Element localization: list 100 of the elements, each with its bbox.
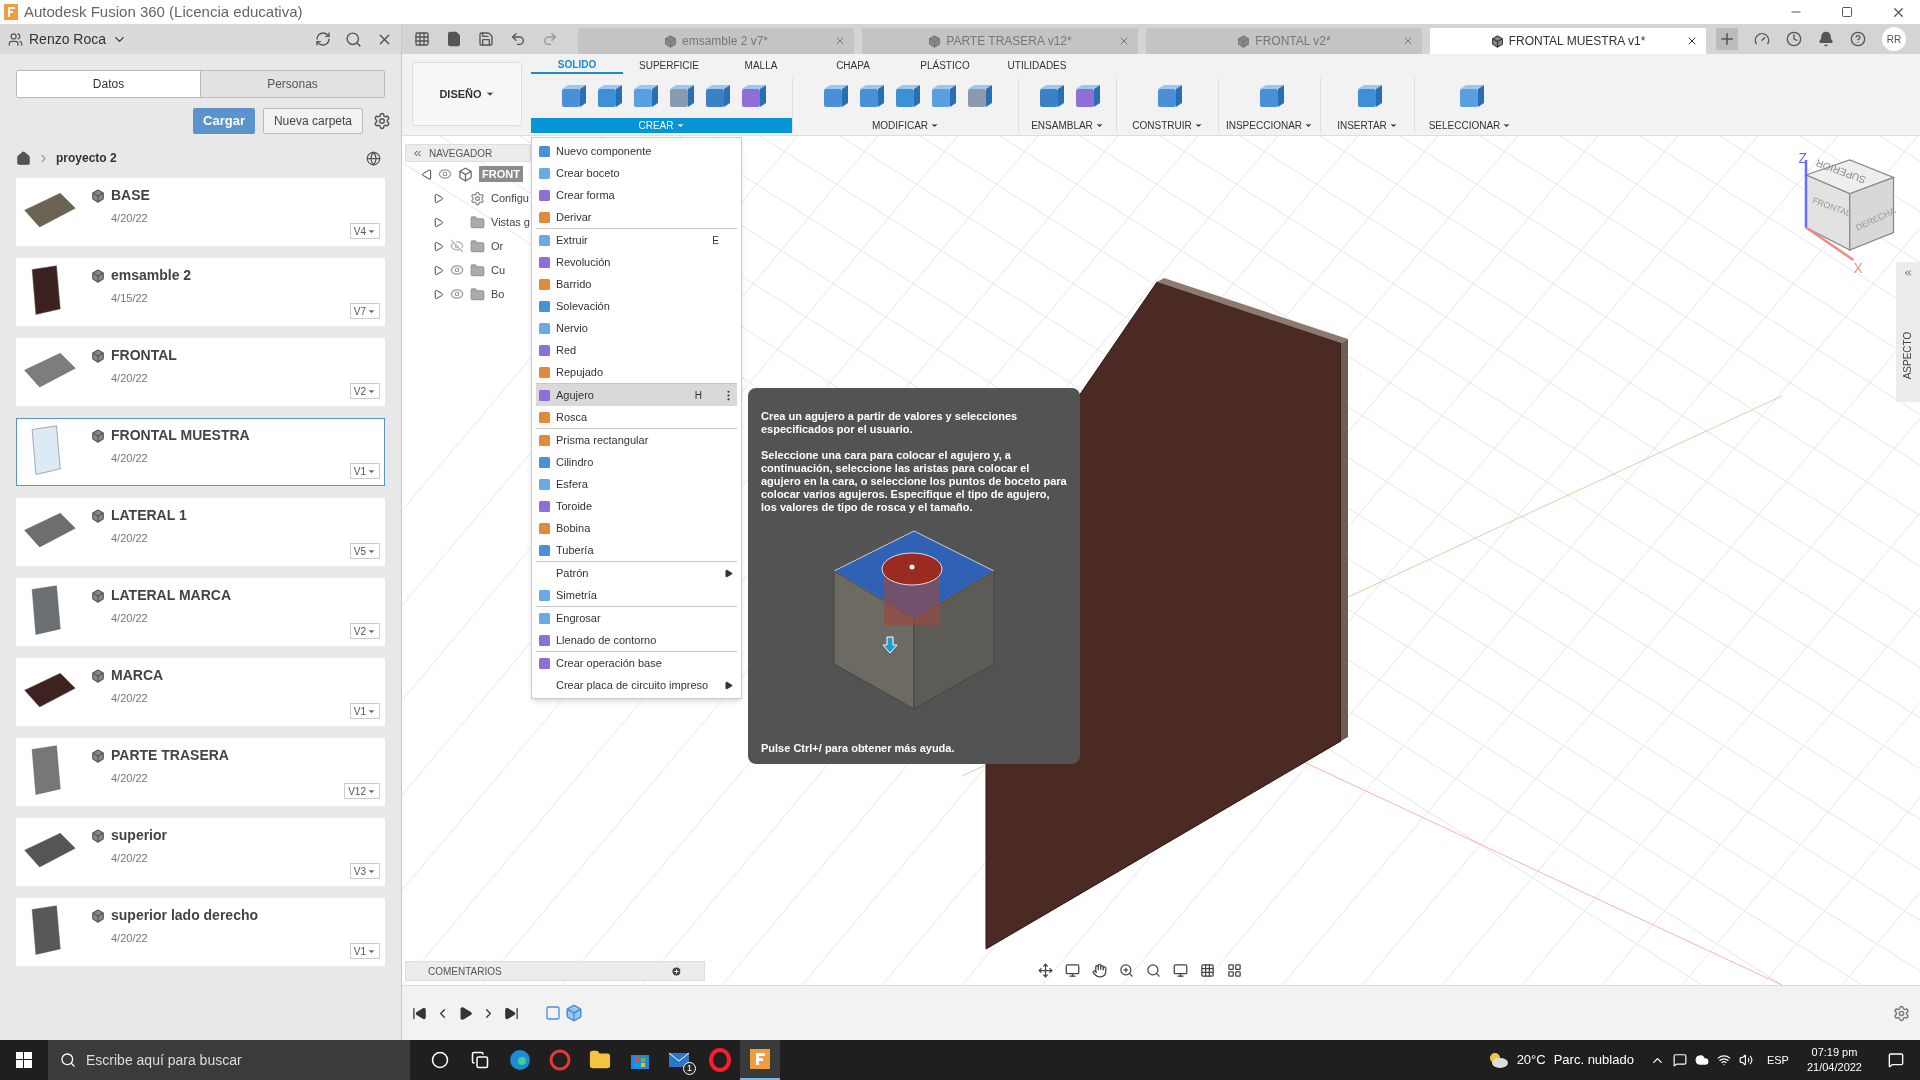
home-icon[interactable] xyxy=(16,150,31,166)
search-icon[interactable] xyxy=(345,30,362,48)
menu-item[interactable]: Patrón xyxy=(536,562,737,584)
collapsed-icon[interactable] xyxy=(433,192,444,204)
version-dropdown[interactable]: V7 xyxy=(349,303,380,319)
clock[interactable]: 07:19 pm 21/04/2022 xyxy=(1806,1045,1862,1075)
volume-icon[interactable] xyxy=(1738,1053,1753,1067)
collapse-icon[interactable] xyxy=(1903,268,1913,278)
windows-logo-icon[interactable] xyxy=(16,1052,32,1068)
tool-group-dropdown[interactable]: SELECCIONAR xyxy=(1415,118,1525,133)
version-dropdown[interactable]: V1 xyxy=(349,703,380,719)
version-dropdown[interactable]: V12 xyxy=(344,783,380,799)
fit-icon[interactable] xyxy=(1146,962,1161,978)
menu-item[interactable]: Toroide xyxy=(536,495,737,517)
tool-group-dropdown[interactable]: ENSAMBLAR xyxy=(1019,118,1116,133)
file-icon[interactable] xyxy=(446,31,462,47)
file-card[interactable]: BASE 4/20/22 V4 xyxy=(16,178,385,246)
undo-icon[interactable] xyxy=(510,31,526,47)
toolbar-tab[interactable]: SUPERFICIE xyxy=(623,56,715,74)
settings-icon[interactable] xyxy=(1893,1004,1910,1022)
help-icon[interactable] xyxy=(1850,31,1866,47)
menu-item[interactable]: Simetría xyxy=(536,584,737,606)
menu-item[interactable]: Derivar xyxy=(536,206,737,228)
tool-group-dropdown[interactable]: CONSTRUIR xyxy=(1117,118,1218,133)
workspace-dropdown[interactable]: DISEÑO xyxy=(412,62,522,126)
toolbar-tab[interactable]: PLÁSTICO xyxy=(899,56,991,74)
save-icon[interactable] xyxy=(478,31,494,47)
version-dropdown[interactable]: V4 xyxy=(349,223,380,239)
menu-item[interactable]: Crear forma xyxy=(536,184,737,206)
breadcrumb-folder[interactable]: proyecto 2 xyxy=(56,149,117,167)
orbit-icon[interactable] xyxy=(1038,962,1053,978)
file-card[interactable]: LATERAL 1 4/20/22 V5 xyxy=(16,498,385,566)
restore-icon[interactable] xyxy=(1841,6,1853,18)
taskbar-app-button[interactable]: 1 xyxy=(660,1040,700,1080)
navigator-item[interactable]: Configu xyxy=(405,186,531,210)
eye-icon[interactable] xyxy=(438,167,452,181)
job-status-icon[interactable] xyxy=(1754,31,1770,47)
toolbar-tab[interactable]: CHAPA xyxy=(807,56,899,74)
clock-icon[interactable] xyxy=(1786,31,1802,47)
language-indicator[interactable]: ESP xyxy=(1766,1051,1789,1069)
version-dropdown[interactable]: V3 xyxy=(349,863,380,879)
menu-item[interactable]: Revolución xyxy=(536,251,737,273)
file-card[interactable]: superior 4/20/22 V3 xyxy=(16,818,385,886)
comments-bar[interactable]: COMENTARIOS xyxy=(405,961,705,981)
extrude-feature-icon[interactable] xyxy=(565,1004,583,1022)
file-card[interactable]: MARCA 4/20/22 V1 xyxy=(16,658,385,726)
tool-group-dropdown[interactable]: INSERTAR xyxy=(1321,118,1414,133)
search-field[interactable]: Escribe aquí para buscar xyxy=(48,1040,410,1080)
version-dropdown[interactable]: V5 xyxy=(349,543,380,559)
tool-group-dropdown[interactable]: MODIFICAR xyxy=(793,118,1018,133)
version-dropdown[interactable]: V2 xyxy=(349,623,380,639)
menu-item[interactable]: Crear placa de circuito impreso xyxy=(536,674,737,696)
menu-item[interactable]: Tubería xyxy=(536,539,737,561)
navigator-item[interactable]: Cu xyxy=(405,258,531,282)
weather-text[interactable]: Parc. nublado xyxy=(1553,1050,1634,1070)
collapsed-icon[interactable] xyxy=(433,216,444,228)
new-folder-button[interactable]: Nueva carpeta xyxy=(262,108,363,134)
tool-group-dropdown[interactable]: INSPECCIONAR xyxy=(1219,118,1320,133)
refresh-icon[interactable] xyxy=(315,31,331,47)
panel-tab[interactable]: Personas xyxy=(200,71,384,97)
viewports-icon[interactable] xyxy=(1227,962,1242,978)
navigator-item[interactable]: Or xyxy=(405,234,531,258)
menu-item[interactable]: Agujero H xyxy=(536,384,737,406)
menu-item[interactable]: Esfera xyxy=(536,473,737,495)
zoom-icon[interactable] xyxy=(1119,962,1134,978)
navigator-item[interactable]: Bo xyxy=(405,282,531,306)
user-name[interactable]: Renzo Roca xyxy=(29,28,107,50)
temperature[interactable]: 20°C xyxy=(1516,1050,1546,1070)
pan-icon[interactable] xyxy=(1092,962,1107,978)
menu-item[interactable]: Llenado de contorno xyxy=(536,629,737,651)
side-panel-tab[interactable]: ASPECTO xyxy=(1896,262,1920,402)
menu-item[interactable]: Red xyxy=(536,339,737,361)
menu-item[interactable]: Bobina xyxy=(536,517,737,539)
version-dropdown[interactable]: V1 xyxy=(349,463,380,479)
grid-menu-icon[interactable] xyxy=(414,31,430,47)
taskbar-app-button[interactable] xyxy=(740,1040,780,1080)
panel-tab[interactable]: Datos xyxy=(17,71,200,97)
menu-item[interactable]: Barrido xyxy=(536,273,737,295)
file-card[interactable]: FRONTAL 4/20/22 V2 xyxy=(16,338,385,406)
menu-item[interactable]: Crear boceto xyxy=(536,162,737,184)
display-icon[interactable] xyxy=(1173,962,1188,978)
file-card[interactable]: superior lado derecho 4/20/22 V1 xyxy=(16,898,385,966)
toolbar-tab[interactable]: UTILIDADES xyxy=(991,56,1083,74)
menu-item[interactable]: Nuevo componente xyxy=(536,140,737,162)
cloud-icon[interactable] xyxy=(1694,1053,1709,1067)
notifications-icon[interactable] xyxy=(1888,1052,1904,1068)
bell-icon[interactable] xyxy=(1818,31,1834,47)
version-dropdown[interactable]: V2 xyxy=(349,383,380,399)
menu-item[interactable]: Solevación xyxy=(536,295,737,317)
file-card[interactable]: FRONTAL MUESTRA 4/20/22 V1 xyxy=(16,418,385,486)
user-avatar[interactable]: RR xyxy=(1882,27,1906,51)
new-tab-icon[interactable] xyxy=(1716,28,1738,50)
expanded-icon[interactable] xyxy=(421,168,432,180)
menu-item[interactable]: Nervio xyxy=(536,317,737,339)
add-icon[interactable] xyxy=(671,965,682,977)
version-dropdown[interactable]: V1 xyxy=(349,943,380,959)
file-card[interactable]: LATERAL MARCA 4/20/22 V2 xyxy=(16,578,385,646)
menu-item[interactable]: Cilindro xyxy=(536,451,737,473)
network-icon[interactable] xyxy=(1716,1053,1731,1067)
document-tab[interactable]: FRONTAL MUESTRA v1* xyxy=(1430,28,1706,54)
